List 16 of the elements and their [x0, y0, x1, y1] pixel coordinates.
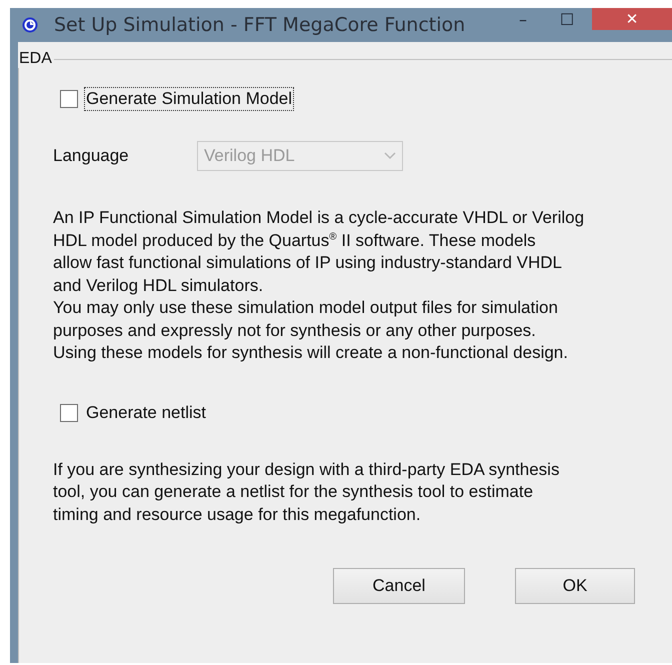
checkbox[interactable]	[60, 404, 78, 422]
window-title: Set Up Simulation - FFT MegaCore Function	[54, 14, 466, 36]
checkbox-label[interactable]: Generate netlist	[84, 400, 208, 424]
cancel-button[interactable]: Cancel	[333, 568, 465, 604]
description-text: If you are synthesizing your design with a third-party EDA synthesis tool, you can generate a netlist for the synthesis tool to estimate timing and resource usage for this megafunction.	[53, 458, 560, 526]
checkbox-label[interactable]: Generate Simulation Model	[84, 87, 294, 111]
group-label: EDA	[18, 50, 53, 68]
maximize-button[interactable]: ☐	[548, 8, 586, 30]
caret-icon	[384, 152, 396, 160]
language-label: Language	[53, 146, 130, 166]
minimize-button[interactable]: –	[504, 8, 542, 30]
app-icon	[22, 17, 38, 33]
ok-button[interactable]: OK	[515, 568, 635, 604]
description-text: An IP Functional Simulation Model is a cycle-accurate VHDL or Verilog HDL model produced by the Quartus$^{®}$ II software. These models allow fast functional simulations of IP using industry-standard VHDL and Verilog HDL simulators. You may only use these simulation model output files for simulation purposes and expressly not for synthesis or any other purposes. Using these models for synthesis will create a non-functional design.	[53, 207, 586, 364]
checkbox[interactable]	[60, 90, 78, 108]
close-button[interactable]: ✕	[592, 8, 672, 30]
